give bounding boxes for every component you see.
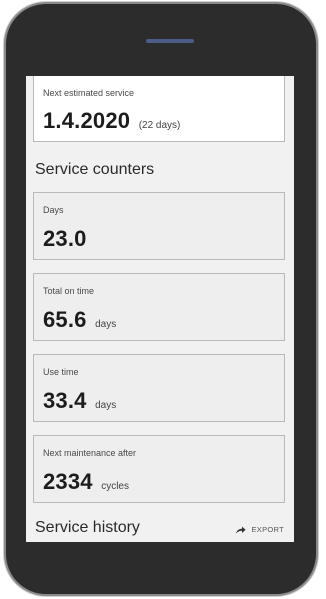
counter-label: Total on time: [43, 286, 95, 296]
service-counters-title: Service counters: [35, 161, 155, 178]
counter-unit: days: [95, 400, 117, 411]
counter-label: Next maintenance after: [43, 448, 137, 458]
earpiece-speaker: [146, 39, 194, 43]
app-screen: Next estimated service 1.4.2020 (22 days…: [26, 76, 294, 542]
next-service-label: Next estimated service: [43, 88, 135, 98]
counter-value-line: 2334 cycles: [43, 469, 129, 495]
counter-value-line: 33.4 days: [43, 388, 116, 414]
counter-value: 23.0: [43, 226, 87, 251]
counter-value: 33.4: [43, 388, 87, 413]
export-label: EXPORT: [251, 525, 284, 534]
counter-value-line: 23.0: [43, 226, 87, 252]
next-service-value: 1.4.2020 (22 days): [43, 108, 180, 134]
counter-card-total-on-time: Total on time 65.6 days: [33, 273, 285, 341]
counter-value-line: 65.6 days: [43, 307, 116, 333]
share-arrow-icon: [236, 526, 247, 533]
phone-frame: Next estimated service 1.4.2020 (22 days…: [6, 4, 316, 594]
counter-label: Use time: [43, 367, 79, 377]
next-service-card: Next estimated service 1.4.2020 (22 days…: [33, 76, 285, 142]
export-button[interactable]: EXPORT: [235, 525, 284, 534]
counter-card-next-maintenance: Next maintenance after 2334 cycles: [33, 435, 285, 503]
service-history-title: Service history: [35, 519, 140, 536]
next-service-remaining: (22 days): [138, 120, 181, 131]
counter-value: 2334: [43, 469, 93, 494]
counter-unit: cycles: [101, 481, 129, 492]
counter-value: 65.6: [43, 307, 87, 332]
counter-card-days: Days 23.0: [33, 192, 285, 260]
counter-unit: days: [95, 319, 117, 330]
next-service-date: 1.4.2020: [43, 108, 131, 133]
counter-card-use-time: Use time 33.4 days: [33, 354, 285, 422]
counter-label: Days: [43, 205, 64, 215]
